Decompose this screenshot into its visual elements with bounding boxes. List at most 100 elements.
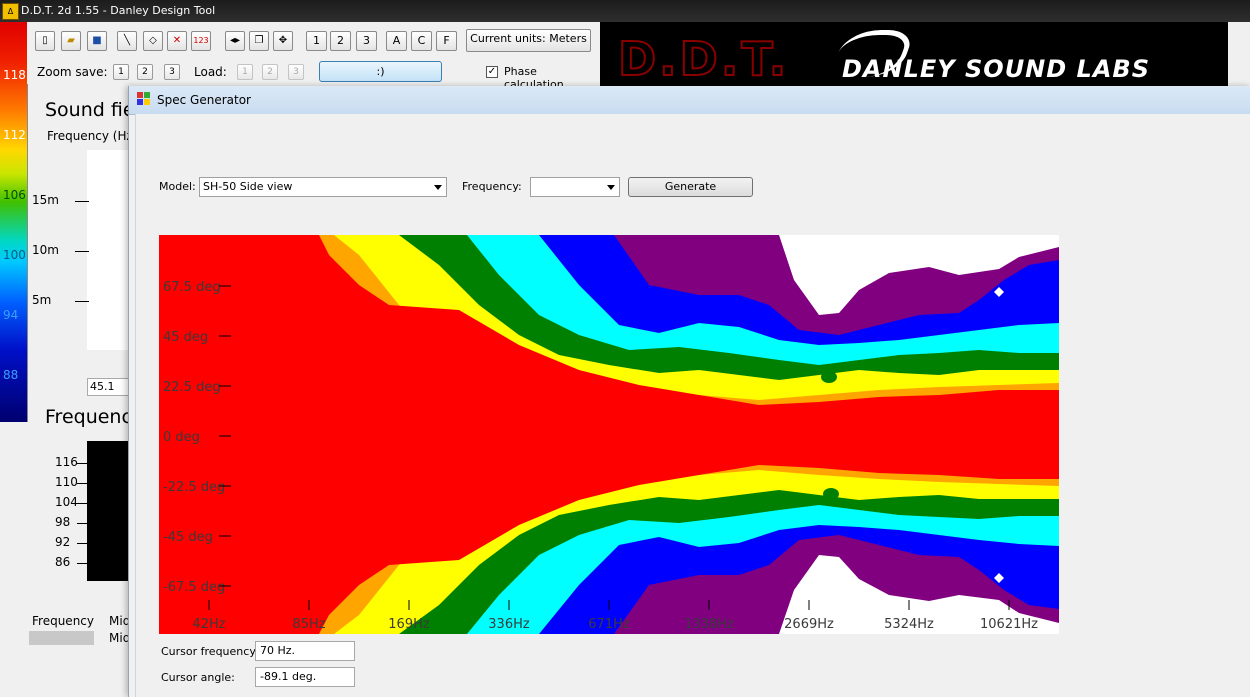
model-value: SH-50 Side view: [203, 180, 293, 193]
cursor-frequency-label: Cursor frequency:: [161, 645, 259, 658]
move-icon[interactable]: ✥: [273, 31, 293, 51]
y-axis-label: 22.5 deg: [163, 380, 221, 395]
zoom-save-3-button[interactable]: 3: [164, 64, 180, 80]
numbering-icon[interactable]: 123: [191, 31, 211, 51]
y-axis-label: -67.5 deg: [163, 580, 225, 595]
contour-green: [823, 488, 839, 500]
app-title-bar: Δ D.D.T. 2d 1.55 - Danley Design Tool: [0, 0, 1250, 22]
level-tick-label: 116: [55, 455, 78, 469]
zoom-save-1-button[interactable]: 1: [113, 64, 129, 80]
zoom-save-label: Zoom save:: [37, 65, 108, 79]
smile-button[interactable]: :): [319, 61, 442, 82]
mode-f-button[interactable]: F: [436, 31, 457, 51]
load-1-button[interactable]: 1: [237, 64, 253, 80]
frequency-response-plot: [87, 441, 129, 581]
contour-green: [821, 371, 837, 383]
view-1-button[interactable]: 1: [306, 31, 327, 51]
frequency-dropdown[interactable]: [530, 177, 620, 197]
save-disk-icon[interactable]: ■: [87, 31, 107, 51]
scale-label: 94: [3, 308, 19, 322]
x-axis-label: 1338Hz: [684, 617, 734, 632]
level-tick: [77, 543, 91, 544]
delete-x-icon[interactable]: ✕: [167, 31, 187, 51]
main-toolbar: ▯ ▰ ■ ╲ ◇ ✕ 123 ◂▸ ❐ ✥ 1 2 3 A C F Curre…: [27, 22, 599, 91]
open-folder-icon[interactable]: ▰: [61, 31, 81, 51]
level-tick: [77, 483, 91, 484]
level-tick-label: 92: [55, 535, 71, 549]
line-tool-icon[interactable]: ╲: [117, 31, 137, 51]
dialog-title-bar[interactable]: Spec Generator: [129, 86, 1250, 115]
x-axis-label: 5324Hz: [884, 617, 934, 632]
view-2-button[interactable]: 2: [330, 31, 351, 51]
model-dropdown[interactable]: SH-50 Side view: [199, 177, 447, 197]
mode-a-button[interactable]: A: [386, 31, 407, 51]
cursor-angle-label: Cursor angle:: [161, 671, 235, 684]
danley-logo-banner: D.D.T. DANLEY SOUND LABS: [600, 22, 1228, 86]
window-app-icon: [137, 92, 151, 106]
level-tick-label: 98: [55, 515, 71, 529]
directivity-contour-plot[interactable]: 67.5 deg 45 deg 22.5 deg 0 deg -22.5 deg -45 …: [159, 235, 1059, 634]
x-axis-label: 169Hz: [388, 617, 430, 632]
level-tick: [77, 503, 91, 504]
level-tick: [77, 523, 91, 524]
x-axis-label: 671Hz: [588, 617, 630, 632]
zoom-save-2-button[interactable]: 2: [137, 64, 153, 80]
y-axis-label: 67.5 deg: [163, 280, 221, 295]
app-title: D.D.T. 2d 1.55 - Danley Design Tool: [21, 4, 216, 17]
units-button[interactable]: Current units: Meters: [466, 29, 591, 52]
scale-label: 112: [3, 128, 26, 142]
model-label: Model:: [159, 180, 196, 193]
x-axis-label: 2669Hz: [784, 617, 834, 632]
sound-field-title: Sound fie: [45, 99, 135, 121]
level-tick-label: 104: [55, 495, 78, 509]
y-tick-label: 15m: [32, 193, 59, 207]
level-tick-label: 86: [55, 555, 71, 569]
y-axis-label: 45 deg: [163, 330, 208, 345]
y-tick: [75, 201, 89, 202]
cursor-frequency-field[interactable]: 70 Hz.: [255, 641, 355, 661]
scale-label: 100: [3, 248, 26, 262]
flip-icon[interactable]: ◂▸: [225, 31, 245, 51]
x-axis-label: 42Hz: [192, 617, 225, 632]
y-axis-label: -22.5 deg: [163, 480, 225, 495]
ddt-app-icon: Δ: [2, 3, 19, 20]
frequency-swatch: [29, 631, 94, 645]
y-tick: [75, 251, 89, 252]
frequency-title: Frequenc: [45, 406, 132, 428]
scale-label: 88: [3, 368, 19, 382]
x-axis-label: 85Hz: [292, 617, 325, 632]
x-axis-label: 336Hz: [488, 617, 530, 632]
new-file-icon[interactable]: ▯: [35, 31, 55, 51]
load-2-button[interactable]: 2: [262, 64, 278, 80]
load-label: Load:: [194, 65, 227, 79]
cursor-angle-field[interactable]: -89.1 deg.: [255, 667, 355, 687]
frequency-label: Frequency:: [462, 180, 522, 193]
eraser-icon[interactable]: ◇: [143, 31, 163, 51]
y-tick-label: 5m: [32, 293, 52, 307]
bottom-frequency-label: Frequency: [32, 614, 94, 628]
chevron-down-icon: [607, 185, 615, 190]
copy-icon[interactable]: ❐: [249, 31, 269, 51]
sound-field-plot: [87, 150, 132, 350]
level-tick: [77, 563, 91, 564]
scale-label: 106: [3, 188, 26, 202]
view-3-button[interactable]: 3: [356, 31, 377, 51]
danley-logo-text: DANLEY SOUND LABS: [842, 55, 1150, 83]
phase-checkbox[interactable]: ✓: [486, 66, 498, 78]
y-axis-label: -45 deg: [163, 530, 213, 545]
chevron-down-icon: [434, 185, 442, 190]
angle-input[interactable]: 45.1: [87, 378, 129, 396]
level-tick: [77, 463, 91, 464]
y-axis-label: 0 deg: [163, 430, 200, 445]
frequency-subtitle: Frequency (Hz: [47, 129, 133, 143]
generate-button[interactable]: Generate: [628, 177, 753, 197]
load-3-button[interactable]: 3: [288, 64, 304, 80]
ddt-logo-text: D.D.T.: [617, 31, 790, 86]
dialog-title: Spec Generator: [157, 93, 251, 107]
y-tick: [75, 301, 89, 302]
mode-c-button[interactable]: C: [411, 31, 432, 51]
scale-label: 118: [3, 68, 26, 82]
x-axis-label: 10621Hz: [980, 617, 1038, 632]
spl-color-scale: 118 112 106 100 94 88: [0, 22, 28, 422]
level-tick-label: 110: [55, 475, 78, 489]
